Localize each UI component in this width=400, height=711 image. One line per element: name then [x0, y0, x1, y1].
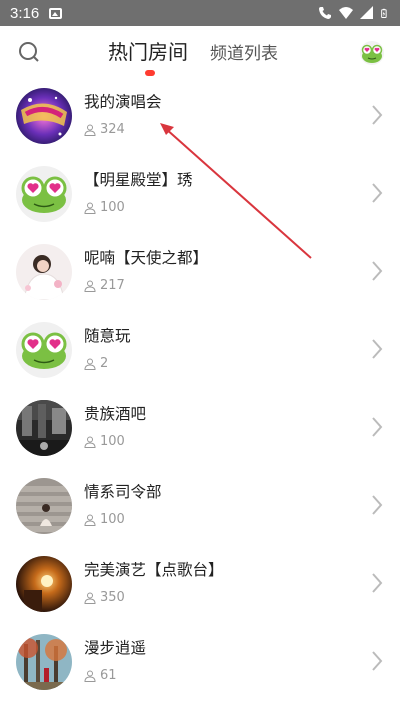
room-item[interactable]: 【明星殿堂】琇 100 [0, 156, 400, 234]
wifi-icon [339, 7, 353, 19]
person-icon [84, 124, 96, 136]
room-name: 呢喃【天使之都】 [84, 249, 209, 267]
member-count-value: 100 [100, 434, 125, 449]
room-name: 随意玩 [84, 327, 131, 345]
room-member-count: 2 [84, 356, 131, 371]
room-name: 我的演唱会 [84, 93, 162, 111]
room-info: 完美演艺【点歌台】 350 [84, 558, 224, 605]
room-name: 漫步逍遥 [84, 639, 147, 657]
person-icon [84, 670, 96, 682]
chevron-right-icon [372, 651, 383, 671]
tab-hot-rooms[interactable]: 热门房间 [108, 36, 188, 65]
room-item[interactable]: 情系司令部 100 [0, 468, 400, 546]
stairs-cover-image [16, 478, 72, 534]
room-member-count: 100 [84, 512, 162, 527]
person-icon [84, 592, 96, 604]
signal-icon [360, 6, 373, 19]
room-item[interactable]: 我的演唱会 324 [0, 78, 400, 156]
room-member-count: 217 [84, 278, 208, 293]
member-count-value: 100 [100, 200, 125, 215]
person-icon [84, 358, 96, 370]
person-icon [84, 436, 96, 448]
room-item[interactable]: 呢喃【天使之都】 217 [0, 234, 400, 312]
room-cover [16, 88, 72, 144]
room-cover [16, 556, 72, 612]
room-item[interactable]: 随意玩 2 [0, 312, 400, 390]
status-time: 3:16 [10, 4, 40, 22]
battery-icon [381, 8, 387, 18]
room-list: 我的演唱会 324 【明星殿堂】琇 100 呢喃【天使之都】 217 随意玩 2… [0, 78, 400, 702]
gallery-notification-icon [49, 7, 63, 19]
room-name: 【明星殿堂】琇 [84, 171, 193, 189]
person-icon [84, 280, 96, 292]
room-name: 完美演艺【点歌台】 [84, 561, 224, 579]
member-count-value: 217 [100, 278, 125, 293]
room-info: 呢喃【天使之都】 217 [84, 246, 208, 293]
room-name: 情系司令部 [84, 483, 162, 501]
chevron-right-icon [372, 105, 383, 125]
room-member-count: 100 [84, 200, 193, 215]
chevron-right-icon [372, 417, 383, 437]
member-count-value: 350 [100, 590, 125, 605]
concert-cover-image [16, 88, 72, 144]
member-count-value: 61 [100, 668, 117, 683]
room-item[interactable]: 漫步逍遥 61 [0, 624, 400, 702]
girl-cover-image [16, 244, 72, 300]
room-member-count: 350 [84, 590, 224, 605]
frog-cover-image [16, 322, 72, 378]
room-item[interactable]: 完美演艺【点歌台】 350 [0, 546, 400, 624]
room-cover [16, 322, 72, 378]
tab-bar: 热门房间 频道列表 [108, 36, 278, 65]
member-count-value: 2 [100, 356, 109, 371]
room-cover [16, 244, 72, 300]
member-count-value: 100 [100, 512, 125, 527]
call-icon [319, 7, 331, 19]
room-member-count: 100 [84, 434, 146, 449]
person-icon [84, 514, 96, 526]
room-info: 我的演唱会 324 [84, 90, 162, 137]
active-tab-indicator [145, 70, 155, 76]
top-bar: 热门房间 频道列表 [0, 26, 400, 78]
room-info: 贵族酒吧 100 [84, 402, 146, 449]
bar-cover-image [16, 400, 72, 456]
room-cover [16, 478, 72, 534]
frog-cover-image [16, 166, 72, 222]
person-icon [84, 202, 96, 214]
chevron-right-icon [372, 183, 383, 203]
status-icons [318, 6, 390, 20]
chevron-right-icon [372, 495, 383, 515]
room-member-count: 324 [84, 122, 162, 137]
room-cover [16, 634, 72, 690]
room-info: 随意玩 2 [84, 324, 131, 371]
room-info: 【明星殿堂】琇 100 [84, 168, 193, 215]
room-info: 漫步逍遥 61 [84, 636, 146, 683]
chevron-right-icon [372, 573, 383, 593]
room-cover [16, 166, 72, 222]
room-name: 贵族酒吧 [84, 405, 147, 423]
room-member-count: 61 [84, 668, 146, 683]
lamp-cover-image [16, 556, 72, 612]
room-info: 情系司令部 100 [84, 480, 162, 527]
chevron-right-icon [372, 261, 383, 281]
tab-channel-list[interactable]: 频道列表 [210, 39, 278, 65]
status-bar: 3:16 [0, 0, 400, 26]
forest-cover-image [16, 634, 72, 690]
frog-avatar-icon[interactable] [360, 41, 384, 65]
room-cover [16, 400, 72, 456]
chevron-right-icon [372, 339, 383, 359]
member-count-value: 324 [100, 122, 125, 137]
search-icon[interactable] [18, 41, 40, 63]
frog-avatar-graphic [360, 41, 384, 65]
room-item[interactable]: 贵族酒吧 100 [0, 390, 400, 468]
